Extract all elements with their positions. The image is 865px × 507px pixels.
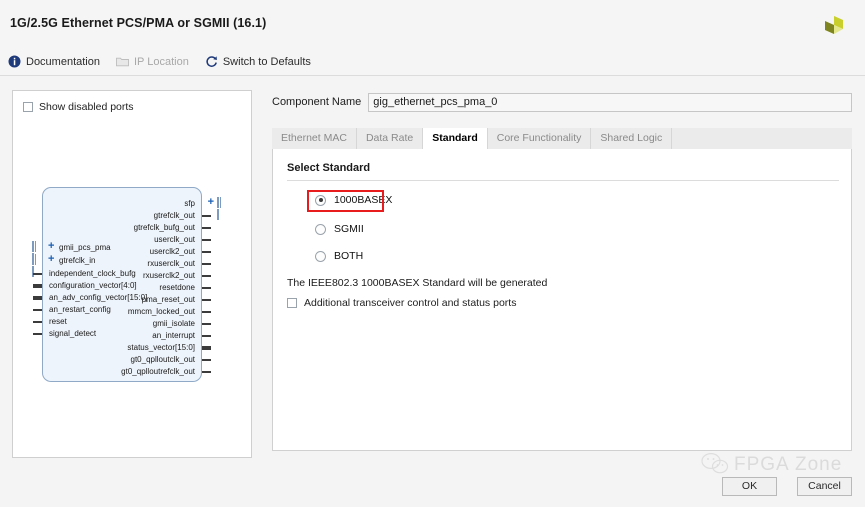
port-gmii-pcs-pma: gmii_pcs_pma xyxy=(59,243,111,252)
watermark: FPGA Zone xyxy=(700,450,865,480)
pin-gtrefclk-bufg-out xyxy=(202,227,211,229)
wechat-icon xyxy=(700,452,730,479)
port-signal-detect: signal_detect xyxy=(49,329,97,338)
pin-signal-detect xyxy=(33,333,42,335)
dialog-buttons: OK Cancel xyxy=(722,477,852,496)
port-pma-reset-out: pma_reset_out xyxy=(141,295,195,304)
pin-gtrefclk-out xyxy=(202,215,211,217)
pin-pma-reset-out xyxy=(202,299,211,301)
tab-shared-logic[interactable]: Shared Logic xyxy=(591,128,673,149)
expand-plus-icon-gmii-pcs-pma[interactable]: + xyxy=(48,241,54,252)
pin-independent-clock-bufg xyxy=(33,273,42,275)
cancel-button[interactable]: Cancel xyxy=(797,477,852,496)
show-disabled-ports-label: Show disabled ports xyxy=(39,101,134,113)
pin-an-interrupt xyxy=(202,335,211,337)
port-an-interrupt: an_interrupt xyxy=(152,331,195,340)
section-title: Select Standard xyxy=(287,162,371,174)
additional-ports-checkbox[interactable]: Additional transceiver control and statu… xyxy=(287,297,516,309)
tab-bar-filler xyxy=(672,128,852,149)
port-userclk-out: userclk_out xyxy=(154,235,195,244)
pin-status-vector xyxy=(202,346,211,350)
port-userclk2-out: userclk2_out xyxy=(149,247,195,256)
bus-pin-sfp xyxy=(217,197,224,220)
radio-label: BOTH xyxy=(334,250,364,262)
expand-plus-icon-gtrefclk-in[interactable]: + xyxy=(48,254,54,265)
pin-mmcm-locked-out xyxy=(202,311,211,313)
dialog-header: 1G/2.5G Ethernet PCS/PMA or SGMII (16.1)… xyxy=(0,0,865,76)
port-configuration-vector: configuration_vector[4:0] xyxy=(49,281,137,290)
port-gmii-isolate: gmii_isolate xyxy=(152,319,195,328)
port-diagram-panel: Show disabled ports sfp + gtrefclk_out g… xyxy=(12,90,252,458)
component-name-label: Component Name xyxy=(272,96,362,108)
port-gtrefclk-in: gtrefclk_in xyxy=(59,256,96,265)
component-name-input[interactable] xyxy=(368,92,852,112)
pin-userclk2-out xyxy=(202,251,211,253)
pin-an-adv-config-vector xyxy=(33,296,42,300)
port-status-vector: status_vector[15:0] xyxy=(127,343,195,352)
radio-option-sgmii[interactable]: SGMII xyxy=(315,223,364,235)
ok-button[interactable]: OK xyxy=(722,477,777,496)
radio-button xyxy=(315,223,326,235)
pin-configuration-vector xyxy=(33,284,42,288)
standard-description: The IEEE802.3 1000BASEX Standard will be… xyxy=(287,277,548,289)
tab-standard[interactable]: Standard xyxy=(423,128,488,149)
port-sfp: sfp xyxy=(184,199,195,208)
pin-rxuserclk-out xyxy=(202,263,211,265)
port-gt0-qplloutclk-out: gt0_qplloutclk_out xyxy=(130,355,196,364)
toolbar-item-ip-location[interactable]: IP Location xyxy=(116,55,189,68)
toolbar-item-label: Switch to Defaults xyxy=(222,55,311,68)
show-disabled-ports-checkbox[interactable]: Show disabled ports xyxy=(23,101,134,113)
pin-gmii-isolate xyxy=(202,323,211,325)
pin-reset xyxy=(33,321,42,323)
port-an-restart-config: an_restart_config xyxy=(49,305,111,314)
tab-bar: Ethernet MAC Data Rate Standard Core Fun… xyxy=(272,128,852,149)
pin-gt0-qplloutrefclk-out xyxy=(202,371,211,373)
port-gtrefclk-out: gtrefclk_out xyxy=(153,211,195,220)
radio-button xyxy=(315,194,326,206)
checkbox-box xyxy=(287,298,297,308)
radio-option-both[interactable]: BOTH xyxy=(315,250,363,262)
toolbar-item-switch-to-defaults[interactable]: Switch to Defaults xyxy=(205,55,311,68)
xilinx-pinwheel-logo xyxy=(817,12,851,42)
expand-plus-icon-sfp[interactable]: + xyxy=(208,197,214,208)
radio-label: SGMII xyxy=(334,223,364,235)
port-rxuserclk-out: rxuserclk_out xyxy=(147,259,195,268)
toolbar-item-label: IP Location xyxy=(134,55,189,68)
port-gtrefclk-bufg-out: gtrefclk_bufg_out xyxy=(133,223,195,232)
port-gt0-qplloutrefclk-out: gt0_qplloutrefclk_out xyxy=(121,367,195,376)
refresh-icon xyxy=(205,55,218,68)
tab-ethernet-mac[interactable]: Ethernet MAC xyxy=(272,128,357,149)
ip-block-symbol: sfp + gtrefclk_out gtrefclk_bufg_out use… xyxy=(32,187,222,382)
radio-option-1000basex[interactable]: 1000BASEX xyxy=(315,194,392,206)
radio-button xyxy=(315,250,326,262)
pin-an-restart-config xyxy=(33,309,42,311)
folder-icon xyxy=(116,55,129,68)
toolbar-item-label: Documentation xyxy=(26,55,100,68)
tab-data-rate[interactable]: Data Rate xyxy=(356,128,424,149)
pin-resetdone xyxy=(202,287,211,289)
pin-gt0-qplloutclk-out xyxy=(202,359,211,361)
bus-pin-gmii-pcs-pma xyxy=(32,241,39,264)
bus-pin-gtrefclk-in xyxy=(32,254,39,277)
port-mmcm-locked-out: mmcm_locked_out xyxy=(127,307,195,316)
pin-rxuserclk2-out xyxy=(202,275,211,277)
section-divider xyxy=(287,180,839,181)
tab-core-functionality[interactable]: Core Functionality xyxy=(487,128,592,149)
toolbar: Documentation IP Location Switch to Defa… xyxy=(8,55,311,68)
component-name-row: Component Name xyxy=(272,92,852,112)
info-icon xyxy=(8,55,21,68)
port-an-adv-config-vector: an_adv_config_vector[15:0] xyxy=(49,293,148,302)
tab-content-standard: Select Standard 1000BASEX SGMII BOTH The… xyxy=(272,149,852,451)
port-resetdone: resetdone xyxy=(159,283,195,292)
port-rxuserclk2-out: rxuserclk2_out xyxy=(142,271,195,280)
toolbar-item-documentation[interactable]: Documentation xyxy=(8,55,100,68)
page-title: 1G/2.5G Ethernet PCS/PMA or SGMII (16.1) xyxy=(10,16,267,30)
port-independent-clock-bufg: independent_clock_bufg xyxy=(49,269,136,278)
watermark-text: FPGA Zone xyxy=(734,454,843,475)
additional-ports-label: Additional transceiver control and statu… xyxy=(304,297,517,309)
pin-userclk-out xyxy=(202,239,211,241)
port-reset: reset xyxy=(49,317,67,326)
checkbox-box xyxy=(23,102,33,112)
radio-label: 1000BASEX xyxy=(334,194,393,206)
